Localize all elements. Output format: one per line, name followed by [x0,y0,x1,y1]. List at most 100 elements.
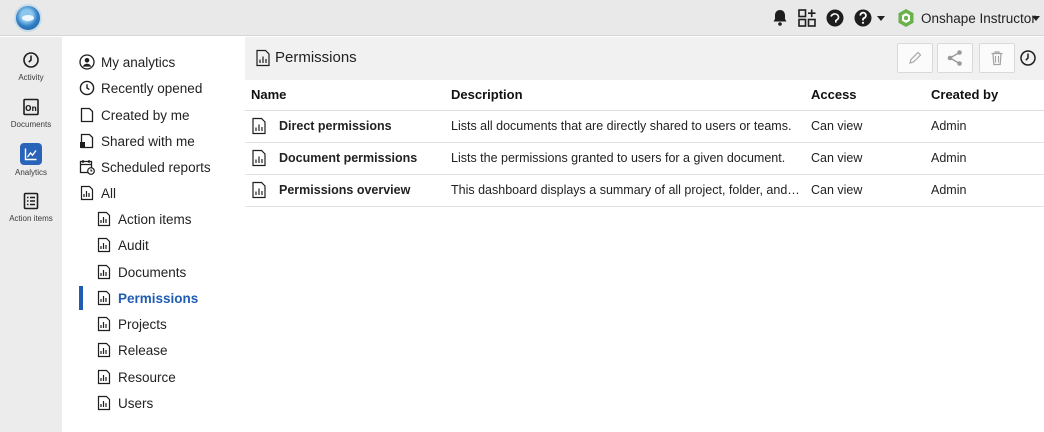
activity-icon [23,52,39,68]
delete-button[interactable] [979,43,1015,73]
column-header-created-by[interactable]: Created by [925,80,1044,111]
report-access: Can view [805,174,925,207]
column-header-description[interactable]: Description [445,80,805,111]
rail-item-action-items[interactable]: Action items [0,192,62,223]
user-menu[interactable]: Onshape Instructor [897,8,1036,28]
report-icon [97,211,111,227]
app-store-icon[interactable] [797,8,817,28]
shared-icon [80,133,94,149]
rail-label: Activity [18,73,44,82]
column-header-name[interactable]: Name [245,80,445,111]
onshape-logo[interactable] [14,4,42,32]
active-indicator [79,286,83,310]
report-icon [97,369,111,385]
nav-item-label: Scheduled reports [101,159,211,175]
report-name[interactable]: Direct permissions [279,119,392,133]
pencil-icon [909,51,922,64]
report-icon [252,117,266,135]
report-name[interactable]: Permissions overview [279,183,410,197]
main-panel: Permissions Name Description Access Crea… [245,37,1044,432]
nav-item-label: Permissions [118,290,199,306]
top-bar: Onshape Instructor [0,0,1044,36]
left-rail: Activity On Documents Analytics Action i… [0,37,62,432]
report-icon [97,342,111,358]
rail-label: Analytics [14,168,47,177]
nav-item-label: Recently opened [101,80,203,96]
reports-table: Name Description Access Created by Direc… [245,80,1044,207]
report-icon [252,149,266,167]
help-icon[interactable] [853,8,873,28]
report-access: Can view [805,110,925,143]
report-description: This dashboard displays a summary of all… [451,183,803,197]
nav-item-label: Projects [118,316,167,332]
table-row[interactable]: Direct permissions Lists all documents t… [245,110,1044,143]
rail-item-analytics[interactable]: Analytics [0,143,62,177]
nav-item-all[interactable]: All [79,182,116,204]
calendar-icon [79,160,95,175]
rail-item-documents[interactable]: On Documents [0,98,62,129]
nav-item-release[interactable]: Release [96,339,168,361]
user-name: Onshape Instructor [921,10,1036,26]
report-icon [97,316,111,332]
table-row[interactable]: Document permissions Lists the permissio… [245,142,1044,175]
report-name[interactable]: Document permissions [279,151,417,165]
nav-item-my-analytics[interactable]: My analytics [79,51,175,73]
report-description: Lists all documents that are directly sh… [451,119,792,133]
svg-text:On: On [25,104,37,113]
user-icon [79,54,95,70]
page-title: Permissions [275,49,357,66]
trash-icon [991,51,1003,66]
rail-label: Action items [9,214,53,223]
user-chevron-down-icon[interactable] [1032,16,1040,21]
share-icon [947,50,962,66]
report-icon [97,395,111,411]
report-created-by: Admin [925,110,1044,143]
nav-item-projects[interactable]: Projects [96,313,167,335]
analytics-icon [24,148,37,161]
learning-center-icon[interactable] [825,8,845,28]
nav-item-label: Documents [118,264,187,280]
table-row[interactable]: Permissions overview This dashboard disp… [245,174,1044,207]
nav-item-resource[interactable]: Resource [96,366,176,388]
nav-item-label: Users [118,395,154,411]
nav-item-action-items[interactable]: Action items [96,208,192,230]
nav-item-label: Action items [118,211,192,227]
column-header-access[interactable]: Access [805,80,925,111]
clock-icon [79,80,95,96]
report-icon [256,49,270,67]
nav-item-audit[interactable]: Audit [96,234,149,256]
action-items-icon [23,192,39,210]
report-created-by: Admin [925,142,1044,175]
report-description: Lists the permissions granted to users f… [451,151,786,165]
bell-icon[interactable] [770,8,790,28]
nav-item-created-by-me[interactable]: Created by me [79,104,190,126]
nav-item-documents[interactable]: Documents [96,261,186,283]
history-icon[interactable] [1019,49,1037,67]
report-created-by: Admin [925,174,1044,207]
table-header-row: Name Description Access Created by [245,80,1044,111]
rail-item-activity[interactable]: Activity [0,51,62,82]
document-icon [80,107,94,123]
nav-item-shared-with-me[interactable]: Shared with me [79,130,195,152]
rail-label: Documents [10,120,52,129]
documents-icon: On [23,98,39,116]
share-button[interactable] [937,43,973,73]
report-access: Can view [805,142,925,175]
nav-item-label: All [101,185,117,201]
report-icon [97,264,111,280]
edit-button[interactable] [897,43,933,73]
nav-item-scheduled-reports[interactable]: Scheduled reports [79,156,211,178]
nav-item-users[interactable]: Users [96,392,153,414]
report-icon [252,181,266,199]
report-icon [97,237,111,253]
help-chevron-down-icon[interactable] [877,16,885,21]
report-icon [97,290,111,306]
report-icon [80,185,94,201]
nav-item-label: Release [118,342,168,358]
nav-item-label: Created by me [101,107,190,123]
nav-item-permissions[interactable]: Permissions [96,287,198,309]
nav-item-label: My analytics [101,54,176,70]
company-hex-icon [898,9,914,27]
nav-item-recently-opened[interactable]: Recently opened [79,77,202,99]
nav-item-label: Resource [118,369,176,385]
